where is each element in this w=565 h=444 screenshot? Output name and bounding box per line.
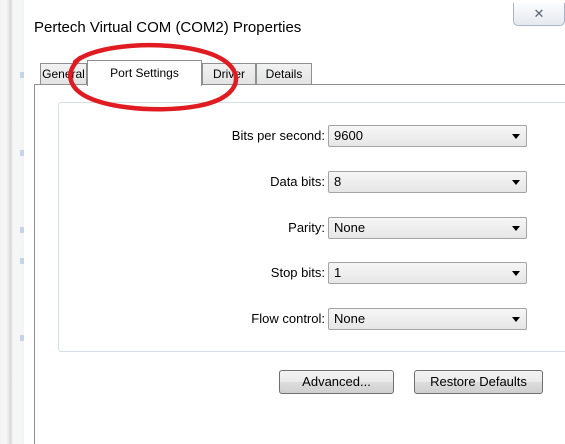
data-bits-select[interactable]: 8 [328, 171, 527, 193]
background-window-edge [0, 0, 24, 444]
close-icon: ✕ [533, 6, 545, 21]
parity-select[interactable]: None [328, 217, 527, 239]
flow-control-label: Flow control: [251, 311, 325, 326]
setting-row-stop-bits: Stop bits: 1 [24, 262, 565, 288]
title-bar: Pertech Virtual COM (COM2) Properties ✕ [24, 0, 565, 56]
chevron-down-icon [512, 226, 520, 231]
tab-general[interactable]: General [40, 63, 87, 84]
stop-bits-value: 1 [334, 265, 342, 280]
stop-bits-label: Stop bits: [270, 265, 325, 280]
restore-defaults-button[interactable]: Restore Defaults [414, 370, 543, 394]
flow-control-value: None [334, 311, 366, 326]
setting-row-flow-control: Flow control: None [24, 308, 565, 334]
setting-row-data-bits: Data bits: 8 [24, 171, 565, 197]
chevron-down-icon [512, 180, 520, 185]
tab-strip: General Port Settings Driver Details [40, 60, 560, 86]
properties-dialog: Pertech Virtual COM (COM2) Properties ✕ … [24, 0, 565, 444]
chevron-down-icon [512, 134, 520, 139]
advanced-button[interactable]: Advanced... [279, 370, 394, 394]
stop-bits-select[interactable]: 1 [328, 262, 527, 284]
bits-per-second-label: Bits per second: [231, 128, 325, 143]
close-button[interactable]: ✕ [513, 3, 565, 26]
window-title: Pertech Virtual COM (COM2) Properties [34, 19, 302, 36]
data-bits-value: 8 [334, 174, 342, 189]
tab-driver[interactable]: Driver [202, 63, 256, 84]
setting-row-parity: Parity: None [24, 217, 565, 243]
tab-details[interactable]: Details [256, 63, 312, 84]
data-bits-label: Data bits: [270, 174, 325, 189]
tab-port-settings[interactable]: Port Settings [87, 60, 202, 86]
chevron-down-icon [512, 317, 520, 322]
parity-label: Parity: [288, 220, 325, 235]
parity-value: None [334, 220, 366, 235]
setting-row-bits-per-second: Bits per second: 9600 [24, 125, 565, 151]
bits-per-second-select[interactable]: 9600 [328, 125, 527, 147]
flow-control-select[interactable]: None [328, 308, 527, 330]
bits-per-second-value: 9600 [334, 128, 363, 143]
chevron-down-icon [512, 271, 520, 276]
